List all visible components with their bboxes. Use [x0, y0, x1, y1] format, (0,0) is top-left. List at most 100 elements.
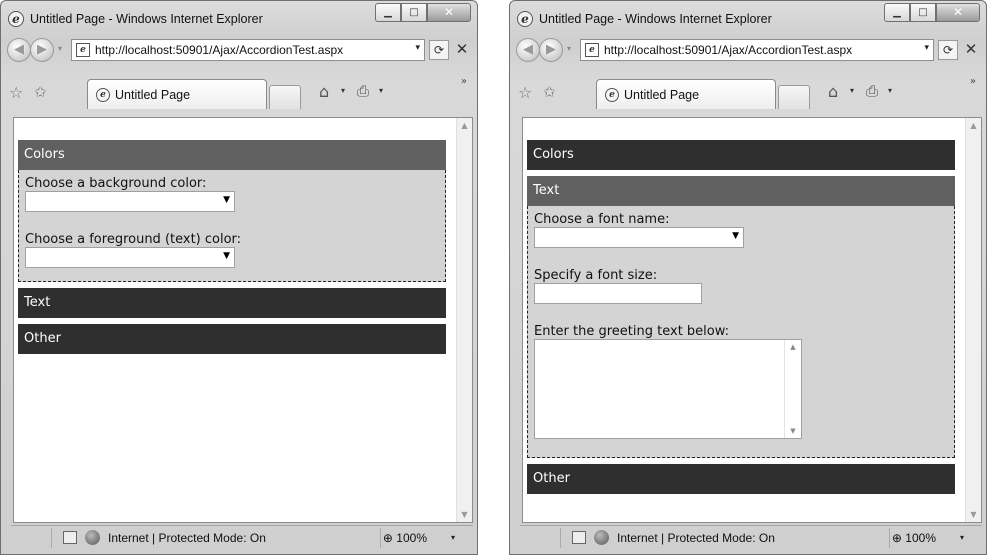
refresh-button[interactable]: ⟳ [938, 40, 958, 60]
status-zone-text[interactable]: Internet | Protected Mode: On [108, 531, 266, 545]
print-icon[interactable]: ⎙ [357, 82, 369, 100]
address-text[interactable]: http://localhost:50901/Ajax/AccordionTes… [95, 43, 343, 57]
scroll-down-icon[interactable]: ▼ [785, 427, 801, 435]
home-dropdown-icon[interactable]: ▾ [850, 86, 854, 95]
home-icon[interactable]: ⌂ [828, 82, 838, 101]
background-color-dropdown[interactable]: ▼ [25, 191, 235, 212]
page-content: ▲ ▼ Colors Choose a background color: ▼ … [13, 117, 473, 523]
print-dropdown-icon[interactable]: ▾ [888, 86, 892, 95]
greeting-text-label: Enter the greeting text below: [534, 324, 730, 339]
back-button[interactable]: ◀ [7, 38, 31, 62]
ie-app-icon: e [517, 11, 533, 27]
font-size-input[interactable] [534, 283, 702, 304]
back-button[interactable]: ◀ [516, 38, 540, 62]
address-dropdown-icon[interactable]: ▾ [415, 43, 420, 53]
close-button[interactable]: ✕ [936, 3, 980, 22]
scroll-up-icon[interactable]: ▲ [785, 343, 801, 351]
close-button[interactable]: ✕ [427, 3, 471, 22]
status-divider [51, 528, 52, 548]
page-icon: e [76, 43, 90, 57]
address-bar[interactable]: e http://localhost:50901/Ajax/AccordionT… [71, 39, 425, 61]
textarea-scrollbar[interactable]: ▲ ▼ [784, 340, 801, 438]
status-bar: Internet | Protected Mode: On ⊕ 100% ▾ [520, 525, 982, 551]
home-icon[interactable]: ⌂ [319, 82, 329, 101]
address-row: ◀ ▶ ▾ e http://localhost:50901/Ajax/Acco… [1, 35, 477, 63]
background-color-label: Choose a background color: [25, 176, 207, 191]
maximize-button[interactable]: □ [910, 3, 936, 22]
foreground-color-dropdown[interactable]: ▼ [25, 247, 235, 268]
address-text[interactable]: http://localhost:50901/Ajax/AccordionTes… [604, 43, 852, 57]
home-dropdown-icon[interactable]: ▾ [341, 86, 345, 95]
greeting-textarea[interactable]: ▲ ▼ [534, 339, 802, 439]
more-tools-icon[interactable]: » [970, 76, 976, 87]
font-name-dropdown[interactable]: ▼ [534, 227, 744, 248]
forward-button[interactable]: ▶ [539, 38, 563, 62]
window-title: Untitled Page - Windows Internet Explore… [30, 12, 263, 26]
page-content: ▲ ▼ Colors Text Choose a font name: ▼ Sp… [522, 117, 982, 523]
tab-untitled-page[interactable]: e Untitled Page [87, 79, 267, 109]
stop-button[interactable]: ✕ [453, 40, 471, 60]
browser-window-right: e Untitled Page - Windows Internet Explo… [509, 0, 987, 555]
minimize-button[interactable]: ▁ [884, 3, 910, 22]
globe-icon [85, 530, 100, 545]
recent-pages-dropdown-icon[interactable]: ▾ [58, 44, 62, 53]
favorites-icon[interactable]: ☆ [518, 83, 532, 102]
window-title: Untitled Page - Windows Internet Explore… [539, 12, 772, 26]
stop-button[interactable]: ✕ [962, 40, 980, 60]
favorites-icon[interactable]: ☆ [9, 83, 23, 102]
foreground-color-label: Choose a foreground (text) color: [25, 232, 242, 247]
vertical-scrollbar[interactable]: ▲ ▼ [456, 118, 472, 522]
status-page-icon [572, 531, 586, 544]
zoom-dropdown-icon[interactable]: ▾ [451, 533, 455, 542]
caption-buttons: ▁ □ ✕ [375, 3, 471, 23]
accordion-header-text[interactable]: Text [18, 288, 446, 318]
address-bar[interactable]: e http://localhost:50901/Ajax/AccordionT… [580, 39, 934, 61]
tab-page-icon: e [605, 88, 619, 102]
tab-page-icon: e [96, 88, 110, 102]
more-tools-icon[interactable]: » [461, 76, 467, 87]
tab-row: ☆ ✩ e Untitled Page ⌂ ▾ ⎙ ▾ » [510, 71, 986, 117]
browser-window-left: e Untitled Page - Windows Internet Explo… [0, 0, 478, 555]
recent-pages-dropdown-icon[interactable]: ▾ [567, 44, 571, 53]
scroll-down-icon[interactable]: ▼ [966, 510, 981, 519]
zoom-dropdown-icon[interactable]: ▾ [960, 533, 964, 542]
accordion-header-other[interactable]: Other [527, 464, 955, 494]
maximize-button[interactable]: □ [401, 3, 427, 22]
ie-app-icon: e [8, 11, 24, 27]
font-size-label: Specify a font size: [534, 268, 658, 283]
add-favorites-icon[interactable]: ✩ [34, 83, 47, 101]
accordion-pane-colors: Choose a background color: ▼ Choose a fo… [18, 170, 446, 282]
status-bar: Internet | Protected Mode: On ⊕ 100% ▾ [11, 525, 473, 551]
accordion-header-colors[interactable]: Colors [527, 140, 955, 170]
refresh-button[interactable]: ⟳ [429, 40, 449, 60]
scroll-up-icon[interactable]: ▲ [966, 121, 981, 130]
minimize-button[interactable]: ▁ [375, 3, 401, 22]
title-bar: e Untitled Page - Windows Internet Explo… [510, 1, 986, 39]
scroll-down-icon[interactable]: ▼ [457, 510, 472, 519]
status-divider [560, 528, 561, 548]
zoom-level[interactable]: ⊕ 100% [383, 531, 427, 545]
accordion: Colors Text Choose a font name: ▼ Specif… [527, 140, 955, 500]
title-bar: e Untitled Page - Windows Internet Explo… [1, 1, 477, 39]
add-favorites-icon[interactable]: ✩ [543, 83, 556, 101]
caption-buttons: ▁ □ ✕ [884, 3, 980, 23]
zoom-level[interactable]: ⊕ 100% [892, 531, 936, 545]
accordion-header-other[interactable]: Other [18, 324, 446, 354]
new-tab-button[interactable] [269, 85, 301, 109]
new-tab-button[interactable] [778, 85, 810, 109]
tab-label: Untitled Page [624, 88, 700, 102]
print-dropdown-icon[interactable]: ▾ [379, 86, 383, 95]
tab-row: ☆ ✩ e Untitled Page ⌂ ▾ ⎙ ▾ » [1, 71, 477, 117]
scroll-up-icon[interactable]: ▲ [457, 121, 472, 130]
address-dropdown-icon[interactable]: ▾ [924, 43, 929, 53]
zoom-value: 100% [396, 531, 427, 545]
forward-button[interactable]: ▶ [30, 38, 54, 62]
accordion-header-text[interactable]: Text [527, 176, 955, 206]
status-zone-text[interactable]: Internet | Protected Mode: On [617, 531, 775, 545]
accordion-pane-text: Choose a font name: ▼ Specify a font siz… [527, 206, 955, 458]
vertical-scrollbar[interactable]: ▲ ▼ [965, 118, 981, 522]
accordion-header-colors[interactable]: Colors [18, 140, 446, 170]
tab-untitled-page[interactable]: e Untitled Page [596, 79, 776, 109]
print-icon[interactable]: ⎙ [866, 82, 878, 100]
status-divider [889, 528, 890, 548]
